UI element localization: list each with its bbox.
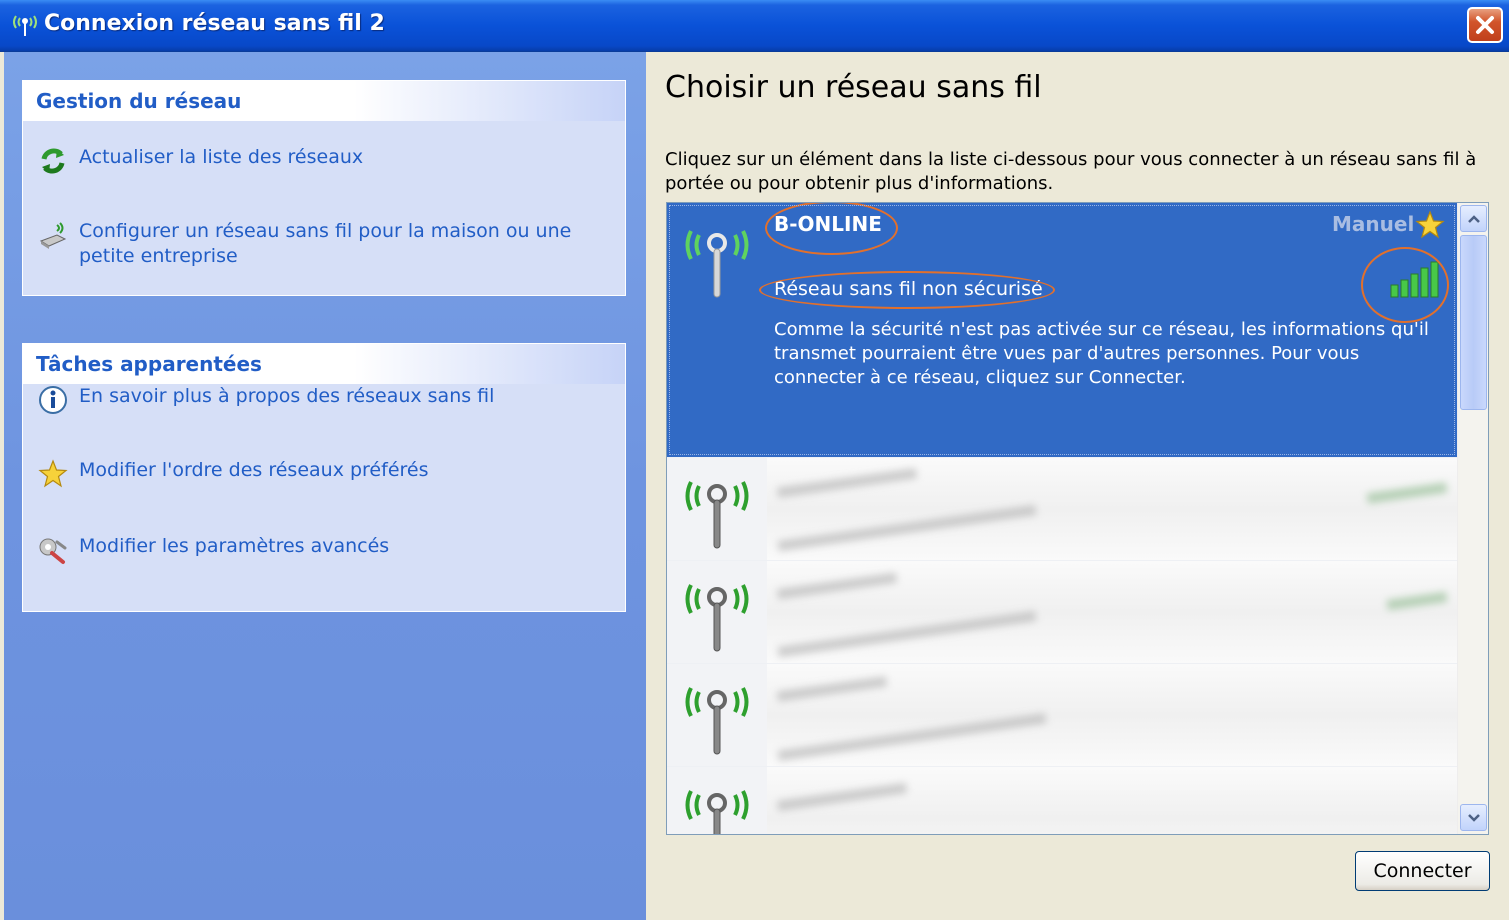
preferred-star-icon — [1415, 210, 1445, 239]
instructions-text: Cliquez sur un élément dans la liste ci-… — [665, 149, 1477, 194]
wireless-setup-icon — [39, 222, 67, 249]
obscured-network-info — [767, 458, 1457, 561]
network-item[interactable] — [667, 766, 1457, 834]
item-label: Configurer un réseau sans fil pour la ma… — [79, 220, 572, 267]
close-button[interactable] — [1467, 7, 1503, 43]
item-label: Modifier les paramètres avancés — [79, 535, 390, 557]
item-label: Actualiser la liste des réseaux — [79, 146, 364, 168]
change-preferred-order-link[interactable]: Modifier l'ordre des réseaux préférés — [37, 458, 609, 490]
obscured-network-info — [767, 664, 1457, 767]
network-ssid: B-ONLINE — [774, 212, 882, 236]
network-item[interactable] — [667, 560, 1457, 664]
annotation-security — [759, 271, 1055, 309]
learn-more-wireless-link[interactable]: En savoir plus à propos des réseaux sans… — [37, 384, 609, 416]
chevron-up-icon — [1467, 214, 1480, 223]
network-item[interactable] — [667, 457, 1457, 561]
scroll-thumb[interactable] — [1460, 235, 1487, 410]
annotation-signal — [1361, 247, 1449, 323]
obscured-network-info — [767, 561, 1457, 664]
title-bar[interactable]: Connexion réseau sans fil 2 — [0, 0, 1509, 52]
wireless-antenna-icon — [685, 584, 749, 652]
vertical-scrollbar[interactable] — [1457, 203, 1488, 834]
item-label: En savoir plus à propos des réseaux sans… — [79, 385, 495, 407]
network-management-panel: Gestion du réseau Actualiser la liste de… — [22, 80, 626, 296]
wireless-antenna-icon — [685, 230, 749, 298]
wireless-antenna-icon — [685, 790, 749, 834]
info-icon — [39, 386, 67, 414]
connect-button[interactable]: Connecter — [1355, 851, 1490, 891]
refresh-icon — [41, 148, 65, 174]
network-mode: Manuel — [1332, 212, 1415, 236]
related-tasks-panel: Tâches apparentées En savoir plus à prop… — [22, 343, 626, 612]
scroll-up-button[interactable] — [1460, 205, 1487, 232]
obscured-network-info — [767, 767, 1457, 834]
settings-icon — [39, 538, 67, 564]
network-list[interactable]: B-ONLINE Manuel Réseau sans fil non sécu… — [666, 202, 1489, 835]
annotation-ssid — [765, 203, 898, 255]
item-label: Modifier l'ordre des réseaux préférés — [79, 459, 429, 481]
window-title: Connexion réseau sans fil 2 — [44, 11, 385, 36]
main-pane: Choisir un réseau sans fil Cliquez sur u… — [646, 52, 1509, 920]
refresh-network-list-link[interactable]: Actualiser la liste des réseaux — [37, 145, 609, 177]
security-status: Réseau sans fil non sécurisé — [774, 278, 1043, 300]
wireless-antenna-icon — [685, 481, 749, 549]
scroll-down-button[interactable] — [1460, 804, 1487, 831]
signal-strength-icon — [1390, 261, 1439, 298]
task-pane: Gestion du réseau Actualiser la liste de… — [4, 52, 646, 920]
chevron-down-icon — [1467, 813, 1480, 822]
page-title: Choisir un réseau sans fil — [665, 70, 1042, 105]
wireless-network-icon — [13, 15, 37, 36]
star-icon — [38, 459, 68, 488]
setup-wireless-network-link[interactable]: Configurer un réseau sans fil pour la ma… — [37, 219, 609, 269]
network-item[interactable] — [667, 663, 1457, 767]
panel-title: Gestion du réseau — [23, 81, 625, 121]
wireless-antenna-icon — [685, 687, 749, 755]
network-item-selected[interactable]: B-ONLINE Manuel Réseau sans fil non sécu… — [667, 203, 1457, 457]
advanced-settings-link[interactable]: Modifier les paramètres avancés — [37, 534, 609, 566]
panel-title: Tâches apparentées — [23, 344, 625, 384]
network-description: Comme la sécurité n'est pas activée sur … — [774, 319, 1429, 388]
close-icon — [1476, 16, 1494, 34]
